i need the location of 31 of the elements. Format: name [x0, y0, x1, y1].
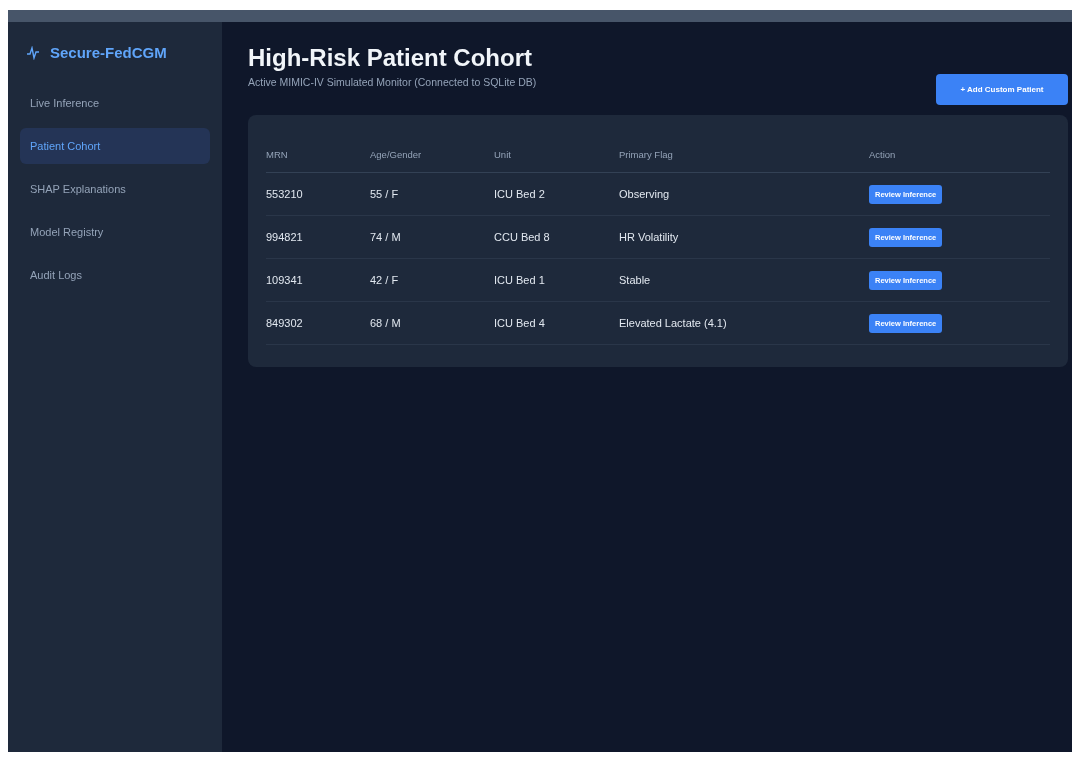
- add-patient-button[interactable]: + Add Custom Patient: [936, 74, 1068, 105]
- column-header: Primary Flag: [619, 137, 869, 173]
- sidebar-item[interactable]: Patient Cohort: [20, 128, 210, 164]
- table-cell: 994821: [266, 215, 370, 259]
- page-subtitle: Active MIMIC-IV Simulated Monitor (Connected to SQLite DB): [248, 76, 537, 88]
- app-name: Secure-FedCGM: [50, 44, 167, 61]
- table-cell: 849302: [266, 301, 370, 345]
- table-cell: ICU Bed 1: [494, 258, 619, 302]
- table-cell: HR Volatility: [619, 215, 869, 259]
- column-header: Unit: [494, 137, 619, 173]
- sidebar-item[interactable]: Model Registry: [20, 214, 210, 250]
- column-header: Action: [869, 137, 1050, 173]
- sidebar-item[interactable]: Live Inference: [20, 85, 210, 121]
- table-cell: 109341: [266, 258, 370, 302]
- table-cell: Stable: [619, 258, 869, 302]
- table-cell: CCU Bed 8: [494, 215, 619, 259]
- table-cell: 55 / F: [370, 172, 494, 216]
- column-header: Age/Gender: [370, 137, 494, 173]
- table-cell: Observing: [619, 172, 869, 216]
- table-cell: ICU Bed 4: [494, 301, 619, 345]
- page-title: High-Risk Patient Cohort: [248, 44, 533, 72]
- sidebar-item[interactable]: Audit Logs: [20, 257, 210, 293]
- table-cell: ICU Bed 2: [494, 172, 619, 216]
- table-cell: 68 / M: [370, 301, 494, 345]
- table-cell: 553210: [266, 172, 370, 216]
- table-cell: 74 / M: [370, 215, 494, 259]
- pulse-icon: [26, 45, 40, 60]
- table-cell: Elevated Lactate (4.1): [619, 301, 869, 345]
- column-header: MRN: [266, 137, 370, 173]
- sidebar-item[interactable]: SHAP Explanations: [20, 171, 210, 207]
- table-cell: 42 / F: [370, 258, 494, 302]
